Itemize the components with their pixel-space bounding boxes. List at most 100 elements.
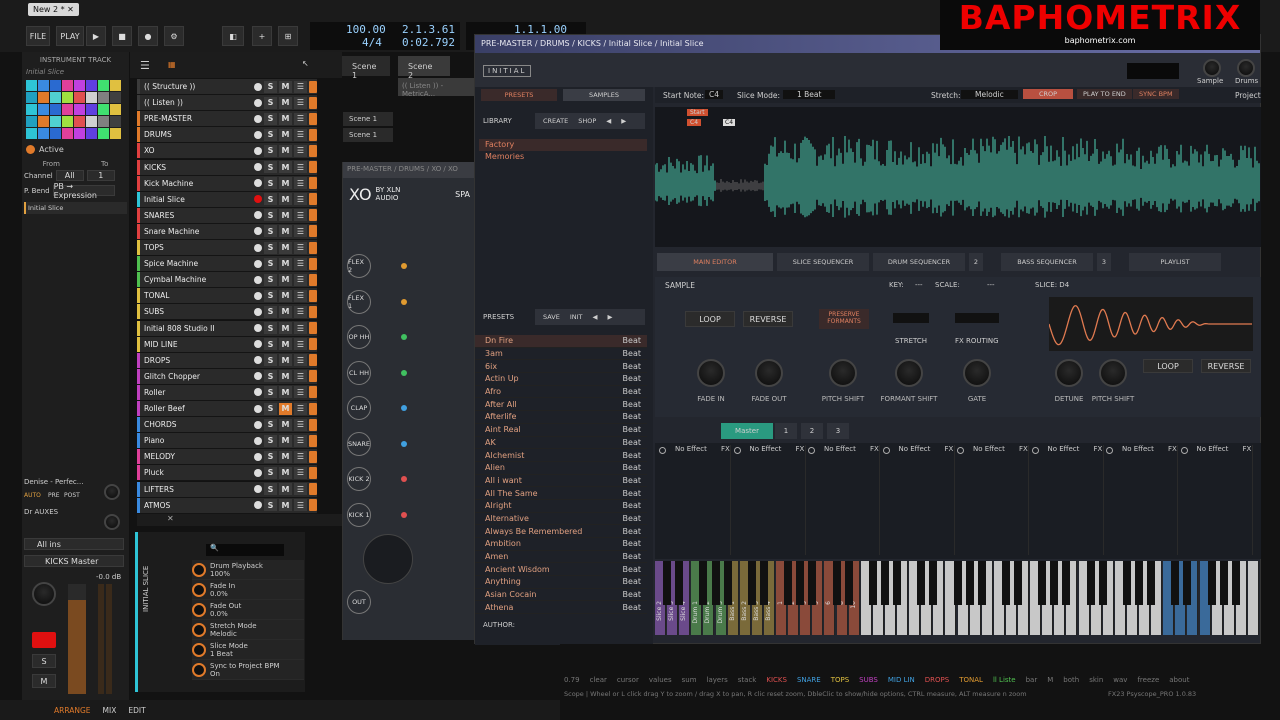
knob[interactable] <box>963 359 991 387</box>
send-knob[interactable] <box>104 484 120 500</box>
scene-1[interactable]: Scene 1 <box>342 56 390 80</box>
black-key[interactable] <box>844 561 853 605</box>
solo-button[interactable]: S <box>264 370 277 383</box>
editor-tab[interactable]: BASS SEQUENCER <box>1001 253 1093 271</box>
black-key[interactable] <box>893 561 901 605</box>
to-select[interactable]: 1 <box>86 170 115 181</box>
mute-button[interactable]: M <box>279 466 292 479</box>
editor-tab[interactable]: 2 <box>969 253 983 271</box>
color-swatch[interactable] <box>50 128 61 139</box>
record-arm-icon[interactable] <box>254 243 262 252</box>
xo-space-map[interactable] <box>363 534 413 584</box>
mute-button[interactable]: M <box>279 193 292 206</box>
c4-marker-2[interactable]: C4 <box>723 119 736 126</box>
menu-icon[interactable]: ☰ <box>294 128 307 141</box>
channel-select[interactable]: All <box>55 170 84 181</box>
scope-option[interactable]: TOPS <box>831 676 849 684</box>
play-to-end-button[interactable]: PLAY TO END <box>1077 89 1132 99</box>
scope-option[interactable]: ll Liste <box>993 676 1016 684</box>
color-swatch[interactable] <box>110 104 121 115</box>
fx-label[interactable]: FX <box>1019 445 1028 453</box>
xo-out[interactable]: OUT <box>347 590 371 614</box>
record-arm-icon[interactable] <box>254 275 262 284</box>
fx-power-icon[interactable] <box>882 447 890 454</box>
quick-control[interactable]: Sync to Project BPM On <box>192 660 304 680</box>
track-row[interactable]: (( Structure )) S M ☰ <box>137 79 317 95</box>
preset-item[interactable]: AK Beat <box>475 437 647 450</box>
solo-button[interactable]: S <box>264 483 277 495</box>
scope-option[interactable]: M <box>1047 676 1053 684</box>
preset-item[interactable]: Ambition Beat <box>475 538 647 551</box>
fx-tab[interactable]: 3 <box>827 423 849 439</box>
menu-icon[interactable]: ☰ <box>294 386 307 399</box>
device-icon[interactable] <box>309 434 317 447</box>
quick-control[interactable]: Fade In 0.0% <box>192 580 304 600</box>
record-arm-icon[interactable] <box>254 324 262 332</box>
knob[interactable] <box>1099 359 1127 387</box>
project-tab[interactable]: New 2 * ✕ <box>28 3 79 16</box>
solo-button[interactable]: S <box>264 466 277 479</box>
menu-icon[interactable]: ☰ <box>294 96 307 109</box>
preset-item[interactable]: Aint Real Beat <box>475 424 647 437</box>
stretch-switch[interactable] <box>893 313 929 323</box>
menu-icon[interactable]: ☰ <box>294 112 307 125</box>
mute-button[interactable]: M <box>279 499 292 512</box>
menu-icon[interactable]: ☰ <box>294 434 307 447</box>
solo-button[interactable]: S <box>264 289 277 302</box>
color-swatch[interactable] <box>110 92 121 103</box>
play-mode-button[interactable]: PLAY <box>56 26 84 46</box>
xo-channel-knob[interactable]: CL HH <box>347 360 371 385</box>
knob[interactable] <box>755 359 783 387</box>
track-row[interactable]: ATMOS S M ☰ <box>137 497 317 514</box>
device-icon[interactable] <box>309 305 317 318</box>
record-arm-icon[interactable] <box>254 436 262 445</box>
next-icon[interactable]: ▶ <box>621 117 626 125</box>
color-swatch[interactable] <box>98 128 109 139</box>
scope-option[interactable]: DROPS <box>925 676 949 684</box>
record-arm-icon[interactable] <box>254 452 262 461</box>
slice-loop-button[interactable]: LOOP <box>1143 359 1193 373</box>
track-row[interactable]: LIFTERS S M ☰ <box>137 481 317 498</box>
color-swatch[interactable] <box>38 92 49 103</box>
init-button[interactable]: INIT <box>570 313 583 321</box>
color-palette[interactable] <box>22 76 129 143</box>
track-row[interactable]: SUBS S M ☰ <box>137 304 317 321</box>
device-icon[interactable] <box>309 450 317 463</box>
scope-option[interactable]: KICKS <box>766 676 787 684</box>
device-icon[interactable] <box>309 466 317 479</box>
create-button[interactable]: CREATE <box>543 117 568 125</box>
solo-button[interactable]: S <box>264 322 277 334</box>
device-icon[interactable] <box>309 370 317 383</box>
color-swatch[interactable] <box>110 116 121 127</box>
scope-option[interactable]: skin <box>1089 676 1103 684</box>
device-icon[interactable] <box>309 177 317 190</box>
qc-knob[interactable] <box>192 642 206 657</box>
record-icon[interactable]: ● <box>138 26 158 46</box>
preset-item[interactable]: Athena Beat <box>475 601 647 615</box>
solo-button[interactable]: S <box>264 177 277 190</box>
mute-button[interactable]: M <box>279 289 292 302</box>
device-icon[interactable] <box>309 322 317 334</box>
color-swatch[interactable] <box>50 104 61 115</box>
presets-tab[interactable]: PRESETS <box>481 89 557 101</box>
color-swatch[interactable] <box>98 80 109 91</box>
play-icon[interactable]: ▶ <box>86 26 106 46</box>
menu-icon[interactable]: ☰ <box>294 144 307 157</box>
record-arm-icon[interactable] <box>254 291 262 300</box>
color-swatch[interactable] <box>50 92 61 103</box>
preset-item[interactable]: Always Be Remembered Beat <box>475 525 647 538</box>
track-row[interactable]: MELODY S M ☰ <box>137 449 317 466</box>
preset-item[interactable]: All i want Beat <box>475 475 647 488</box>
fx-slot[interactable]: No Effect FX <box>733 445 806 555</box>
color-swatch[interactable] <box>26 128 37 139</box>
start-note-value[interactable]: C4 <box>705 90 724 99</box>
ms-buttons[interactable] <box>377 365 387 381</box>
black-key[interactable] <box>965 561 974 605</box>
mute-button[interactable]: M <box>279 96 292 109</box>
color-swatch[interactable] <box>62 80 73 91</box>
mute-button[interactable]: M <box>279 322 292 334</box>
scene-2[interactable]: Scene 2 <box>398 56 450 80</box>
solo-button[interactable]: S <box>32 654 56 668</box>
solo-button[interactable]: S <box>264 386 277 399</box>
preset-display[interactable] <box>1127 63 1179 79</box>
